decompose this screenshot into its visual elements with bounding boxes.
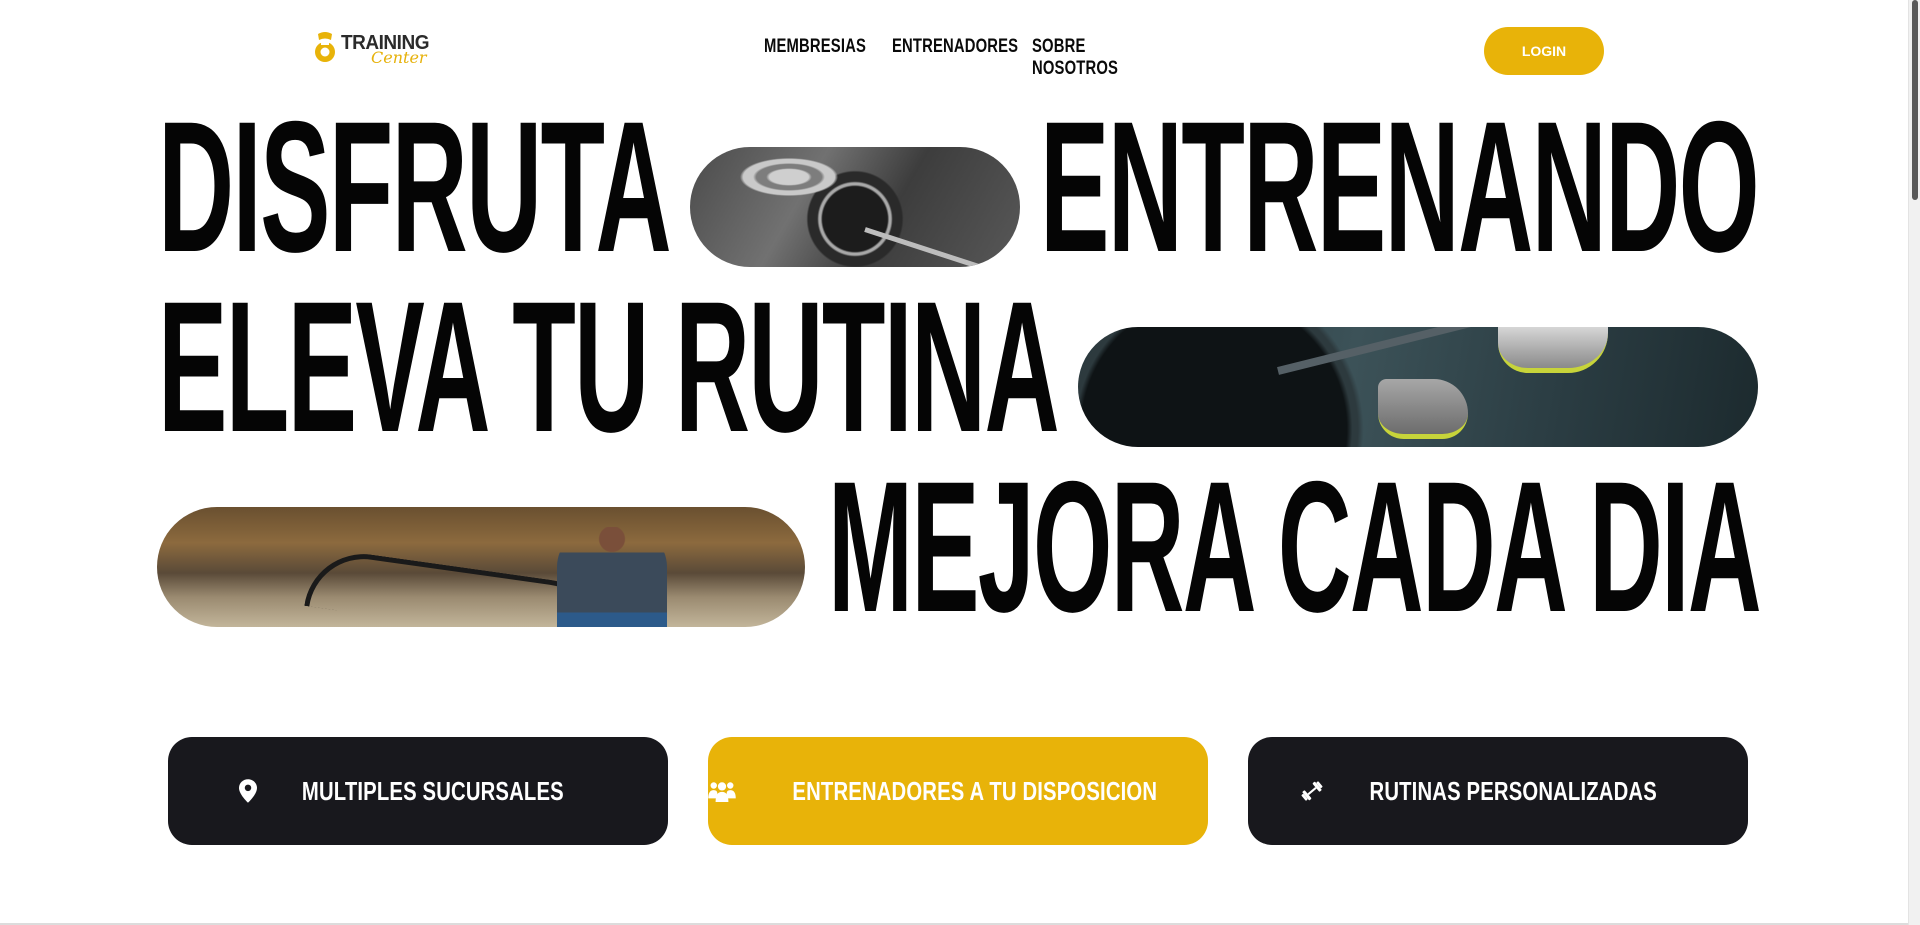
feature-label: RUTINAS PERSONALIZADAS [1369, 775, 1657, 806]
sneaker [1498, 327, 1608, 373]
hero-image-barbell-plates [690, 147, 1020, 267]
location-pin-icon [235, 777, 261, 805]
feature-entrenadores-a-tu-disposicion[interactable]: ENTRENADORES A TU DISPOSICION [708, 737, 1208, 845]
feature-label: MULTIPLES SUCURSALES [302, 775, 564, 806]
logo[interactable]: TRAINING Center [313, 30, 441, 67]
sneaker [1378, 379, 1468, 439]
page-scrollbar[interactable] [1908, 0, 1920, 925]
dumbbell-icon [1299, 777, 1325, 805]
login-button[interactable]: LOGIN [1484, 27, 1604, 75]
kettlebell-logo-icon [315, 32, 335, 62]
logo-wordmark: TRAINING Center [341, 30, 441, 67]
athlete [557, 527, 667, 627]
nav-link-entrenadores[interactable]: ENTRENADORES [892, 36, 1018, 80]
nav-link-sobre-nosotros[interactable]: SOBRE NOSOTROS [1032, 36, 1133, 80]
barbell-bar [864, 227, 1009, 267]
nav-link-membresias[interactable]: MEMBRESIAS [764, 36, 866, 80]
hero-image-battle-ropes [157, 507, 805, 627]
feature-multiples-sucursales[interactable]: MULTIPLES SUCURSALES [168, 737, 668, 845]
hero-word-mejora-cada-dia: MEJORA CADA DIA [828, 442, 1762, 652]
hero-word-eleva-tu-rutina: ELEVA TU RUTINA [158, 262, 1060, 472]
hero-word-entrenando: ENTRENANDO [1040, 82, 1760, 292]
feature-label: ENTRENADORES A TU DISPOSICION [792, 775, 1158, 806]
scrollbar-thumb[interactable] [1912, 0, 1918, 200]
people-group-icon [707, 777, 737, 805]
logo-text-center: Center [371, 48, 427, 67]
hero-image-deadlift [1078, 327, 1758, 447]
hero-word-disfruta: DISFRUTA [158, 82, 672, 292]
feature-rutinas-personalizadas[interactable]: RUTINAS PERSONALIZADAS [1248, 737, 1748, 845]
main-nav: MEMBRESIAS ENTRENADORES SOBRE NOSOTROS [764, 36, 1162, 80]
